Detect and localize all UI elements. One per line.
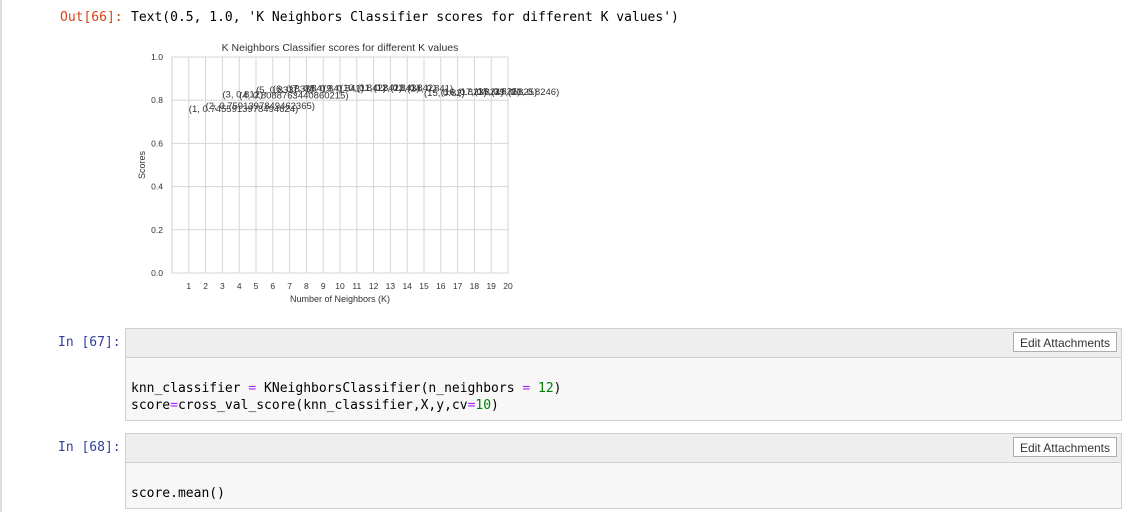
x-tick-label: 6	[270, 281, 275, 291]
x-tick-label: 12	[369, 281, 379, 291]
point-annotation: (20, 0.8246)	[508, 87, 559, 98]
code-token: score	[131, 398, 171, 413]
input-prompt: In [67]:	[58, 335, 121, 350]
x-tick-label: 15	[419, 281, 429, 291]
knn-scores-chart: K Neighbors Classifier scores for differ…	[137, 42, 559, 304]
code-token: =	[170, 398, 178, 413]
x-tick-label: 10	[335, 281, 345, 291]
code-cell[interactable]: Edit Attachments knn_classifier = KNeighb…	[125, 328, 1122, 421]
y-tick-label: 0.2	[151, 225, 163, 235]
x-tick-label: 2	[203, 281, 208, 291]
point-annotation: (2, 0.7591397849462365)	[206, 101, 315, 112]
y-tick-label: 0.8	[151, 95, 163, 105]
cell-toolbar: Edit Attachments	[126, 329, 1121, 358]
code-editor[interactable]: score.mean()	[126, 463, 1121, 508]
edit-attachments-button[interactable]: Edit Attachments	[1012, 437, 1117, 457]
code-token: knn_classifier	[131, 381, 249, 396]
code-token: 12	[538, 381, 554, 396]
x-tick-label: 3	[220, 281, 225, 291]
edit-attachments-button[interactable]: Edit Attachments	[1012, 332, 1117, 352]
code-token: =	[522, 381, 531, 396]
code-token: )	[491, 398, 499, 413]
x-axis-label: Number of Neighbors (K)	[290, 294, 390, 304]
y-tick-label: 0.4	[151, 182, 163, 192]
x-tick-label: 13	[386, 281, 396, 291]
code-token: score.mean()	[131, 486, 225, 501]
y-tick-label: 0.0	[151, 268, 163, 278]
code-line: knn_classifier = KNeighborsClassifier(n_…	[131, 380, 1116, 397]
x-tick-label: 8	[304, 281, 309, 291]
x-tick-label: 4	[237, 281, 242, 291]
x-tick-label: 7	[287, 281, 292, 291]
cell-toolbar: Edit Attachments	[126, 434, 1121, 463]
x-tick-label: 16	[436, 281, 446, 291]
chart-title: K Neighbors Classifier scores for differ…	[222, 42, 459, 54]
code-token: cross_val_score(knn_classifier,X,y,cv	[177, 398, 468, 413]
code-line: score=cross_val_score(knn_classifier,X,y…	[131, 397, 1116, 414]
x-tick-label: 17	[453, 281, 463, 291]
x-tick-label: 1	[186, 281, 191, 291]
y-axis-label: Scores	[137, 150, 147, 179]
x-tick-label: 20	[503, 281, 513, 291]
code-token: 10	[475, 398, 492, 413]
y-tick-label: 1.0	[151, 52, 163, 62]
code-token: KNeighborsClassifier(n_neighbors	[256, 381, 523, 396]
x-tick-label: 19	[486, 281, 496, 291]
x-tick-label: 14	[402, 281, 412, 291]
input-prompt: In [68]:	[58, 440, 121, 455]
x-tick-label: 18	[470, 281, 480, 291]
x-tick-label: 11	[352, 281, 361, 291]
code-cell[interactable]: Edit Attachments score.mean()	[125, 433, 1122, 509]
code-editor[interactable]: knn_classifier = KNeighborsClassifier(n_…	[126, 358, 1121, 420]
x-tick-label: 9	[321, 281, 326, 291]
x-tick-label: 5	[254, 281, 259, 291]
code-line: score.mean()	[131, 485, 1116, 502]
code-token: )	[553, 381, 562, 396]
y-tick-label: 0.6	[151, 138, 163, 148]
